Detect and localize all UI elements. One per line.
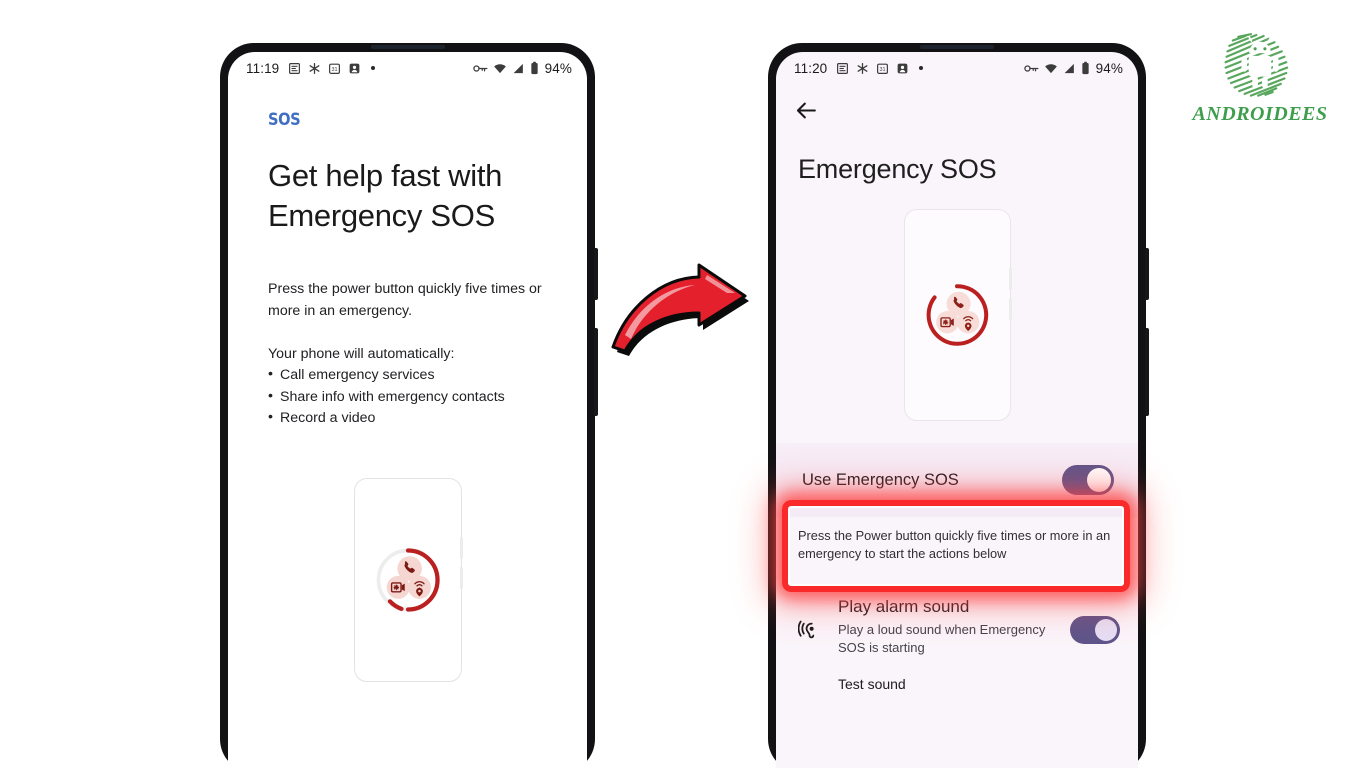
list-item: Call emergency services (268, 364, 547, 387)
use-emergency-sos-row[interactable]: Use Emergency SOS (776, 443, 1138, 517)
earpiece-speaker-slot (920, 45, 994, 49)
svg-text:31: 31 (332, 66, 338, 72)
page-title: Emergency SOS (798, 154, 997, 184)
back-button[interactable] (776, 84, 1138, 128)
contact-card-icon (897, 63, 908, 73)
back-arrow-icon (796, 102, 816, 119)
toggle-switch-on[interactable] (1062, 465, 1114, 495)
contact-card-icon (349, 63, 360, 73)
sos-arc-graphic (376, 548, 440, 612)
brand-logo: ANDROIDEES (1185, 26, 1335, 126)
calendar-31-icon: 31 (877, 63, 889, 74)
toggle-knob (1095, 619, 1117, 642)
helper-text: Press the Power button quickly five time… (798, 528, 1111, 562)
test-sound-button[interactable]: Test sound (838, 676, 1062, 692)
illustration-side-button (1008, 298, 1012, 320)
dot-icon (371, 66, 376, 70)
status-system-icons: 94% (1023, 60, 1123, 76)
dot-icon (919, 66, 924, 70)
svg-text:31: 31 (880, 66, 886, 72)
play-alarm-sound-subtitle: Play a loud sound when Emergency SOS is … (838, 621, 1046, 655)
list-icon (837, 62, 849, 74)
status-bar-left: 11:19 31 94% (228, 52, 587, 84)
signal-icon (1064, 63, 1074, 73)
auto-actions-list: Call emergency services Share info with … (268, 364, 547, 430)
status-notification-icons: 31 (836, 62, 924, 75)
list-item: Record a video (268, 407, 547, 430)
phone-screen-left: 11:19 31 94% SOS Get help fast with Emer… (228, 52, 587, 768)
wifi-icon (493, 63, 506, 73)
screenshot-canvas: 11:19 31 94% SOS Get help fast with Emer… (0, 0, 1366, 768)
phone-device-left: 11:19 31 94% SOS Get help fast with Emer… (220, 43, 598, 768)
phone-device-right: 11:20 31 94% Emergency SOS Use Emergency… (768, 43, 1149, 768)
phone-screen-right: 11:20 31 94% Emergency SOS Use Emergency… (776, 52, 1138, 768)
snowflake-icon (309, 62, 320, 74)
calendar-31-icon: 31 (329, 63, 341, 74)
illustration-side-button (1008, 268, 1012, 290)
use-emergency-sos-toggle[interactable] (1062, 465, 1114, 495)
status-time: 11:19 (246, 60, 280, 76)
android-robot-icon (1224, 33, 1289, 97)
status-time: 11:20 (794, 60, 828, 76)
list-item: Share info with emergency contacts (268, 386, 547, 409)
list-icon (289, 62, 301, 74)
emergency-sos-illustration (903, 209, 1012, 421)
play-alarm-sound-text: Play alarm sound Play a loud sound when … (826, 596, 1070, 692)
use-emergency-sos-label: Use Emergency SOS (802, 470, 959, 489)
snowflake-icon (857, 62, 868, 74)
illustration-side-button (459, 566, 463, 589)
toggle-knob (1087, 468, 1111, 492)
play-alarm-sound-row[interactable]: Play alarm sound Play a loud sound when … (797, 596, 1120, 692)
play-alarm-sound-title: Play alarm sound (838, 597, 970, 617)
list-intro: Your phone will automatically: (268, 345, 455, 362)
battery-icon (1082, 61, 1089, 75)
battery-percent: 94% (1095, 60, 1123, 76)
sos-arc-graphic (926, 284, 989, 346)
intro-body-copy: Press the power button quickly five time… (268, 279, 547, 429)
power-button[interactable] (594, 328, 598, 416)
status-system-icons: 94% (472, 60, 572, 76)
power-button[interactable] (1145, 328, 1149, 416)
vpn-key-icon (472, 64, 488, 72)
status-notification-icons: 31 (288, 62, 376, 75)
emergency-sos-illustration (353, 477, 463, 682)
illustration-side-button (459, 536, 463, 559)
wifi-icon (1044, 63, 1057, 73)
toggle-switch-on[interactable] (1070, 616, 1120, 645)
volume-button[interactable] (1145, 248, 1149, 300)
volume-button[interactable] (594, 248, 598, 300)
sos-app-logo: SOS (268, 110, 301, 130)
signal-icon (513, 63, 523, 73)
earpiece-speaker-slot (370, 45, 445, 49)
vpn-key-icon (1023, 64, 1039, 72)
page-title: Get help fast with Emergency SOS (268, 158, 503, 233)
brand-name: ANDROIDEES (1192, 103, 1328, 125)
hearing-sound-icon (797, 618, 826, 648)
red-curved-right-arrow-icon (611, 263, 749, 356)
battery-percent: 94% (544, 60, 572, 76)
intro-paragraph: Press the power button quickly five time… (268, 281, 542, 319)
battery-icon (531, 61, 538, 75)
status-bar-right: 11:20 31 94% (776, 52, 1138, 84)
play-alarm-sound-toggle[interactable] (1070, 616, 1120, 645)
